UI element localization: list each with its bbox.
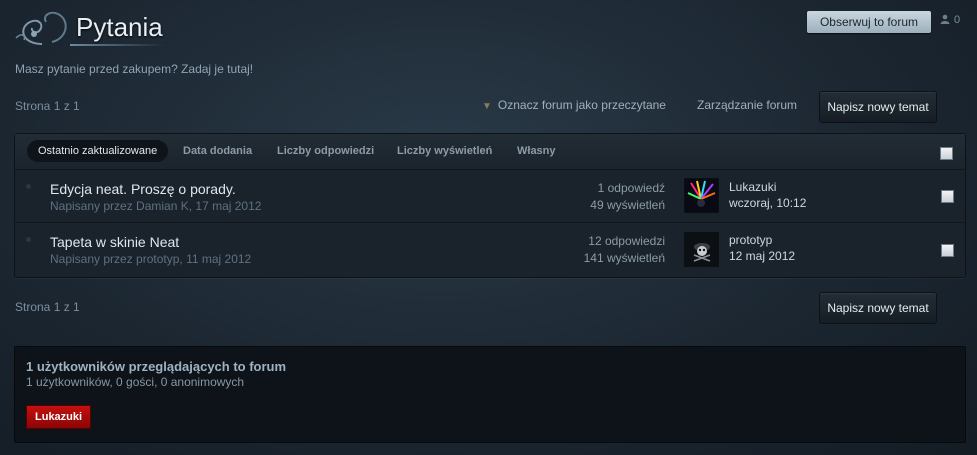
view-count: 141 wyświetleń <box>583 251 665 265</box>
topic-list: Ostatnio zaktualizowane Data dodania Lic… <box>14 133 966 278</box>
manage-forum-link[interactable]: Zarządzanie forum <box>697 98 797 112</box>
mark-read-label: Oznacz forum jako przeczytane <box>497 98 666 112</box>
sort-custom[interactable]: Własny <box>517 145 556 157</box>
follow-forum-button[interactable]: Obserwuj to forum <box>807 11 931 33</box>
sort-replies[interactable]: Liczby odpowiedzi <box>277 145 374 157</box>
mark-forum-read-link[interactable]: ▼ Oznacz forum jako przeczytane <box>482 98 666 112</box>
select-all-checkbox[interactable] <box>940 147 953 160</box>
sort-last-updated[interactable]: Ostatnio zaktualizowane <box>27 140 169 162</box>
reply-count: 12 odpowiedzi <box>588 234 665 248</box>
page-title: Pytania <box>76 12 163 42</box>
forum-logo-ornament <box>15 11 67 45</box>
online-users-summary: 1 użytkowników, 0 gości, 0 anonimowych <box>26 375 245 389</box>
topic-title-link[interactable]: Tapeta w skinie Neat <box>50 234 179 250</box>
reply-count: 1 odpowiedź <box>597 181 665 195</box>
follower-count-value: 0 <box>954 14 961 26</box>
avatar[interactable] <box>684 232 719 267</box>
table-row: Edycja neat. Proszę o porady. Napisany p… <box>15 170 965 222</box>
unread-indicator <box>26 237 31 242</box>
new-topic-button-bottom[interactable]: Napisz nowy temat <box>819 292 937 324</box>
follower-count[interactable]: 0 <box>940 14 960 26</box>
online-users-title: 1 użytkowników przeglądających to forum <box>26 359 287 374</box>
page-info-top: Strona 1 z 1 <box>15 99 80 113</box>
table-row: Tapeta w skinie Neat Napisany przez prot… <box>15 223 965 275</box>
chevron-down-icon: ▼ <box>482 101 492 112</box>
sort-date-added[interactable]: Data dodania <box>183 145 252 157</box>
avatar[interactable] <box>684 178 719 213</box>
last-post-user[interactable]: Lukazuki <box>729 180 776 194</box>
view-count: 49 wyświetleń <box>590 198 665 212</box>
unread-indicator <box>26 184 31 189</box>
online-user-badge[interactable]: Lukazuki <box>26 405 92 429</box>
page-info-bottom: Strona 1 z 1 <box>15 300 80 314</box>
last-post-time[interactable]: wczoraj, 10:12 <box>729 196 806 210</box>
sort-bar: Ostatnio zaktualizowane Data dodania Lic… <box>15 134 965 170</box>
last-post-user[interactable]: prototyp <box>729 233 772 247</box>
last-post-time[interactable]: 12 maj 2012 <box>729 249 795 263</box>
topic-title-link[interactable]: Edycja neat. Proszę o porady. <box>50 181 236 197</box>
topic-select-checkbox[interactable] <box>941 190 954 203</box>
forum-description: Masz pytanie przed zakupem? Zadaj je tut… <box>15 62 254 76</box>
title-underline <box>70 44 165 46</box>
sort-views[interactable]: Liczby wyświetleń <box>397 145 492 157</box>
topic-meta: Napisany przez Damian K, 17 maj 2012 <box>50 199 262 213</box>
topic-select-checkbox[interactable] <box>941 244 954 257</box>
user-icon <box>940 14 950 24</box>
topic-meta: Napisany przez prototyp, 11 maj 2012 <box>50 252 252 266</box>
online-users-panel: 1 użytkowników przeglądających to forum … <box>14 346 966 443</box>
new-topic-button-top[interactable]: Napisz nowy temat <box>819 91 937 123</box>
